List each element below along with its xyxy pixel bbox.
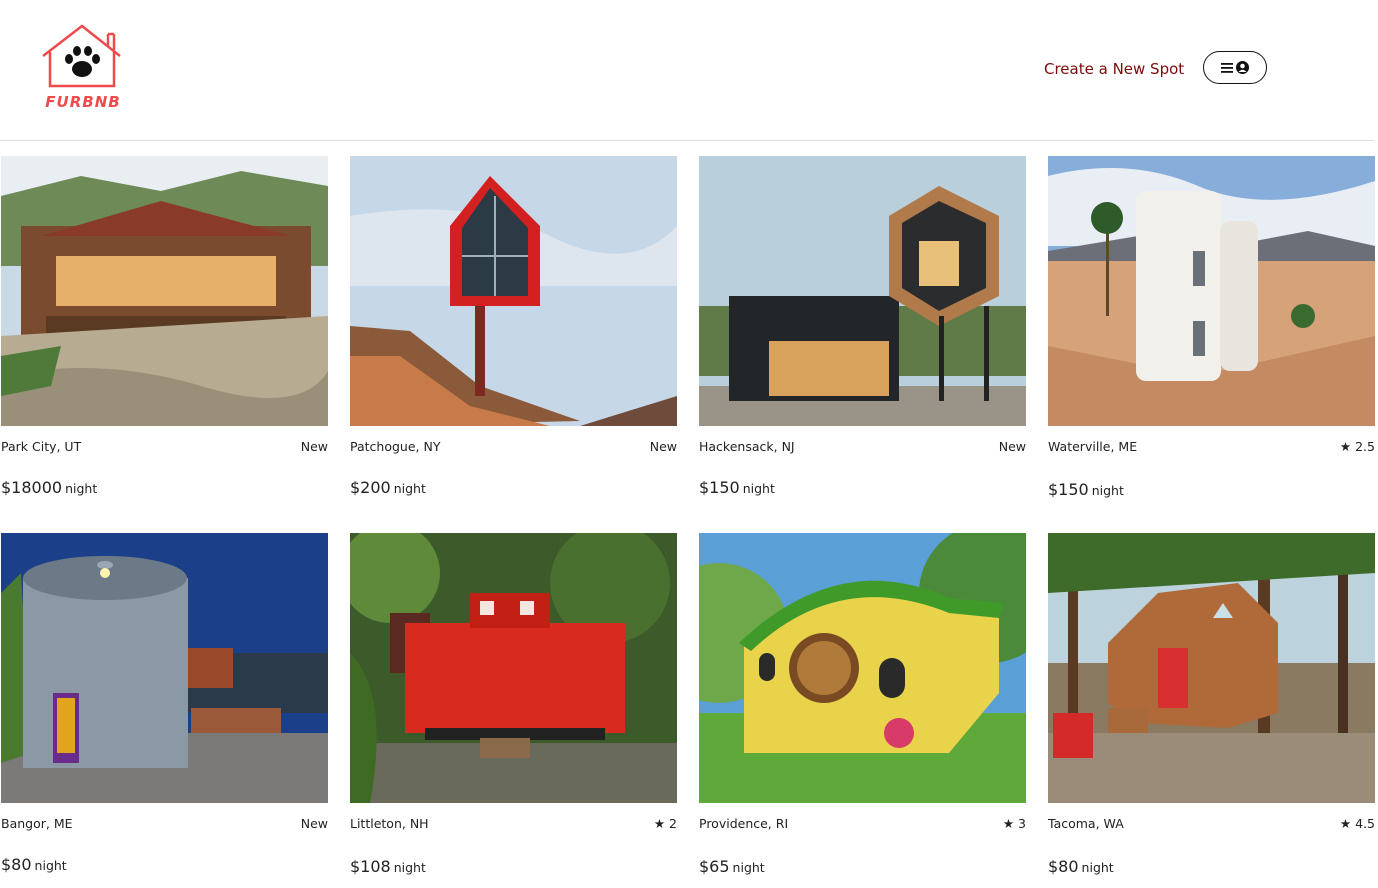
spot-image[interactable] [350,156,677,426]
spot-price: $18000 night [1,478,98,497]
spot-location: Waterville, ME [1048,439,1138,454]
spot-location: Patchogue, NY [350,439,441,454]
star-icon: ★ [1002,816,1019,831]
spot-card[interactable]: Patchogue, NY New $200 night [350,156,677,497]
header-divider [0,140,1374,141]
spot-image[interactable] [1,533,328,803]
profile-menu-button[interactable] [1203,51,1267,84]
create-new-spot-link[interactable]: Create a New Spot [1044,60,1184,78]
spot-price: $150 night [1048,480,1124,499]
spot-card[interactable]: Park City, UT New $18000 night [1,156,328,497]
spot-card[interactable]: Tacoma, WA ★ 4.5 $80 night [1048,533,1375,876]
logo-text: FURBNB [45,93,121,111]
spot-price: $150 night [699,478,775,497]
spot-rating: New [300,439,328,454]
user-circle-icon [1236,61,1249,74]
spot-location: Hackensack, NJ [699,439,795,454]
spot-card[interactable]: Littleton, NH ★ 2 $108 night [350,533,677,876]
spot-image[interactable] [350,533,677,803]
spot-image[interactable] [699,156,1026,426]
spot-price: $200 night [350,478,426,497]
spot-location: Providence, RI [699,816,789,831]
star-icon: ★ [1339,439,1356,454]
hamburger-icon [1221,62,1233,73]
spot-card[interactable]: Providence, RI ★ 3 $65 night [699,533,1026,876]
star-icon: ★ [1339,816,1356,831]
spot-image[interactable] [1048,156,1375,426]
spot-card[interactable]: Bangor, ME New $80 night [1,533,328,874]
spot-rating: ★ 2.5 [1339,439,1375,454]
spot-price: $65 night [699,857,765,876]
spot-card[interactable]: Hackensack, NJ New $150 night [699,156,1026,497]
furbnb-logo[interactable]: FURBNB [40,22,124,114]
spot-rating: ★ 4.5 [1339,816,1375,831]
spot-rating: ★ 2 [653,816,677,831]
spot-card[interactable]: Waterville, ME ★ 2.5 $150 night [1048,156,1375,499]
spot-image[interactable] [1048,533,1375,803]
spot-price: $108 night [350,857,426,876]
house-paw-icon [42,24,121,88]
spot-price: $80 night [1,855,67,874]
spot-image[interactable] [1,156,328,426]
spot-price: $80 night [1048,857,1114,876]
star-icon: ★ [653,816,670,831]
spot-location: Littleton, NH [350,816,429,831]
spot-rating: ★ 3 [1002,816,1026,831]
spot-location: Park City, UT [1,439,82,454]
spot-rating: New [300,816,328,831]
spot-rating: New [998,439,1026,454]
spot-rating: New [649,439,677,454]
spot-image[interactable] [699,533,1026,803]
site-header: FURBNB Create a New Spot [0,0,1378,141]
spot-location: Tacoma, WA [1048,816,1124,831]
spot-location: Bangor, ME [1,816,73,831]
